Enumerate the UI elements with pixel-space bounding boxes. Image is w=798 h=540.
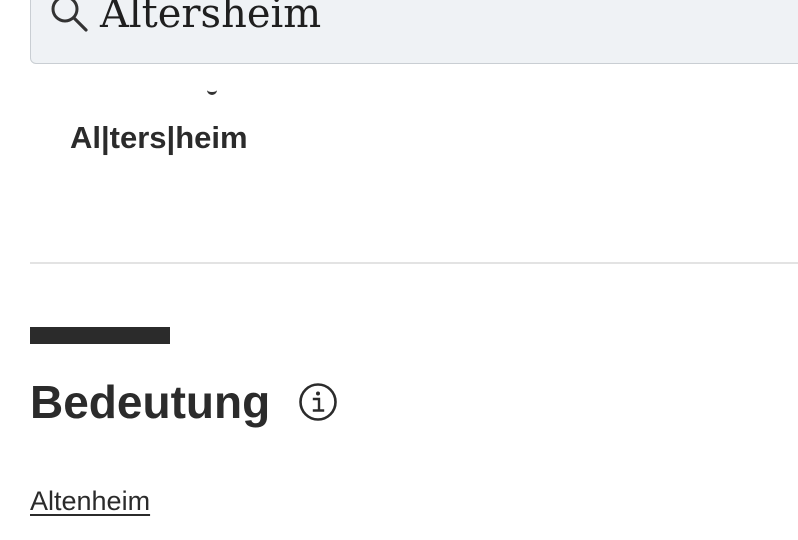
section-accent-bar [30, 327, 170, 344]
clipped-text-fragment [207, 88, 221, 98]
dictionary-page: Altersheim Al|ters|heim Bedeutung Altenh… [0, 0, 798, 540]
syllabification: Al|ters|heim [70, 120, 248, 155]
meaning-link[interactable]: Altenheim [30, 484, 150, 518]
info-icon[interactable] [298, 382, 338, 422]
section-divider [30, 262, 798, 264]
search-input-value[interactable]: Altersheim [100, 0, 321, 42]
search-icon[interactable] [48, 0, 90, 34]
section-title-bedeutung: Bedeutung [30, 376, 271, 428]
